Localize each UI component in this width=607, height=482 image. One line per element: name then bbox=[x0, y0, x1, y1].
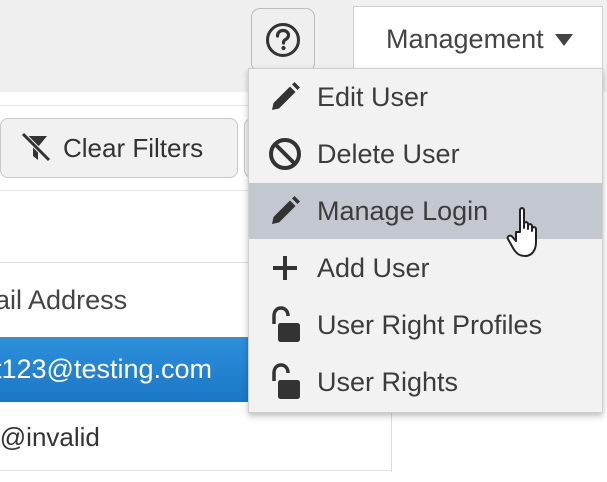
pencil-icon bbox=[265, 77, 305, 117]
column-header-email[interactable]: nail Address bbox=[0, 285, 127, 316]
menu-item-user-right-profiles[interactable]: User Right Profiles bbox=[249, 297, 602, 353]
filter-clear-icon bbox=[19, 131, 53, 165]
plus-icon bbox=[265, 248, 305, 288]
divider bbox=[0, 190, 290, 191]
menu-item-label: User Right Profiles bbox=[317, 309, 543, 340]
question-circle-icon bbox=[265, 22, 301, 58]
clear-filters-label: Clear Filters bbox=[63, 132, 204, 163]
divider bbox=[0, 105, 290, 106]
row-divider bbox=[0, 470, 392, 471]
menu-item-label: Manage Login bbox=[317, 195, 489, 226]
unlock-icon bbox=[265, 362, 305, 402]
menu-item-label: User Rights bbox=[317, 366, 459, 397]
management-menu: Edit User Delete User Manage Login Add U… bbox=[248, 68, 603, 413]
hand-cursor-icon bbox=[506, 207, 537, 257]
menu-item-manage-login[interactable]: Manage Login bbox=[249, 183, 602, 239]
help-button[interactable] bbox=[251, 8, 315, 72]
ban-icon bbox=[265, 134, 305, 174]
pencil-icon bbox=[265, 191, 305, 231]
table-cell-email: t123@testing.com bbox=[0, 354, 213, 384]
management-label: Management bbox=[386, 24, 544, 54]
menu-item-label: Add User bbox=[317, 252, 430, 283]
unlock-icon bbox=[265, 305, 305, 345]
menu-item-user-rights[interactable]: User Rights bbox=[249, 354, 602, 410]
clear-filters-button[interactable]: Clear Filters bbox=[0, 118, 238, 178]
menu-item-edit-user[interactable]: Edit User bbox=[249, 69, 602, 125]
management-dropdown-button[interactable]: Management bbox=[353, 6, 603, 72]
menu-item-label: Delete User bbox=[317, 138, 460, 169]
table-cell-email: l@invalid bbox=[0, 422, 100, 452]
menu-item-add-user[interactable]: Add User bbox=[249, 240, 602, 296]
menu-item-delete-user[interactable]: Delete User bbox=[249, 126, 602, 182]
menu-item-label: Edit User bbox=[317, 81, 429, 112]
caret-down-icon bbox=[554, 33, 574, 47]
